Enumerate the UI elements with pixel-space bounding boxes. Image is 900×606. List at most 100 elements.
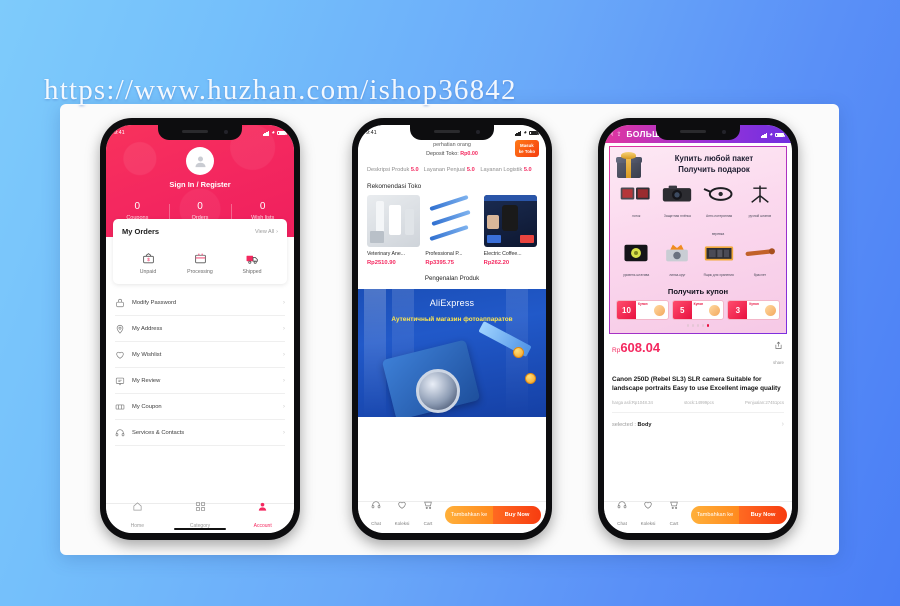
menu-item-label: Services & Contacts: [132, 429, 185, 436]
shipped-icon: [226, 250, 278, 266]
coupon-card[interactable]: 5 Купон от 50: [671, 300, 725, 320]
status-indicators: ◕: [760, 132, 785, 138]
chevron-right-icon: ›: [282, 351, 285, 358]
masuk-ke-toko-button[interactable]: Masuk ke Toko: [514, 140, 539, 157]
store-deposit-row: Deposit Toko: Rp0.00: [367, 151, 537, 157]
coupon-list: 10 Купон от 100 5 Купон от 50: [616, 300, 781, 321]
rekomendasi-toko-title: Rekomendasi Toko: [367, 183, 422, 191]
product-price: Rp262.20: [483, 260, 510, 267]
gift-item[interactable]: линза-круг: [657, 242, 697, 281]
phone-mockup-product: ‹ ⇪ БОЛЬШЕ АКЦИЙ! ◕ Купить лю: [598, 118, 798, 540]
gift-caption: Ящик для хранения: [703, 273, 734, 277]
stat-coupons[interactable]: 0 Coupons: [106, 201, 169, 221]
product-title: Canon 250D (Rebel SL3) SLR camera Suitab…: [612, 375, 781, 392]
gift-item[interactable]: лоток: [616, 183, 656, 240]
product-info: Rp608.04 share Canon 250D (Rebel SL3) SL…: [604, 333, 792, 429]
nav-item-account[interactable]: Account: [231, 501, 294, 532]
koleksi-button[interactable]: Koleksi: [389, 500, 415, 530]
sign-in-register-button[interactable]: Sign In / Register: [106, 180, 294, 189]
profile-stats: 0 Coupons 0 Orders 0 Wish lists: [106, 201, 294, 222]
gift-caption: лоток: [631, 214, 641, 218]
phone1-screen: 9:41 ◕ Sign In / Register 0 Coupons 0 Or…: [106, 125, 294, 533]
coupon-condition: от 30: [749, 320, 760, 321]
variant-selector[interactable]: selected : Body ›: [612, 413, 784, 428]
gift-item[interactable]: Ящик для хранения: [699, 242, 739, 281]
cart-button[interactable]: Cart: [415, 500, 441, 530]
buy-now-button[interactable]: Buy Now: [493, 506, 541, 524]
headset-icon: [115, 428, 125, 436]
order-status-label: Processing: [187, 269, 213, 275]
coupon-card[interactable]: 10 Купон от 100: [616, 300, 669, 320]
menu-item-modify-password[interactable]: Modify Password ›: [115, 290, 285, 316]
order-status-unpaid[interactable]: $ Unpaid: [122, 247, 174, 275]
carousel-dots: [616, 324, 780, 327]
carousel-dot[interactable]: [686, 324, 690, 327]
nav-item-home[interactable]: Home: [106, 501, 169, 532]
coupon-condition: от 100: [638, 320, 650, 321]
menu-item-label: My Address: [132, 325, 163, 332]
gift-item[interactable]: Анти-потерянная веревка: [699, 183, 739, 240]
cart-button[interactable]: Cart: [661, 500, 687, 530]
coupon-amount: 10: [617, 301, 636, 319]
gift-item[interactable]: Защитная плёнка: [657, 183, 697, 240]
order-status-shipped[interactable]: Shipped: [226, 247, 278, 275]
gift-item[interactable]: уровень штатива: [616, 242, 656, 281]
gift-item[interactable]: браслет: [740, 242, 780, 281]
chat-button[interactable]: Chat: [363, 500, 389, 530]
product-card[interactable]: Professional P... Rp3395.75: [425, 195, 479, 266]
account-menu-list: Modify Password › My Address › My Wishli…: [106, 290, 294, 446]
coupon-card[interactable]: 3 Купон от 30: [727, 300, 781, 321]
phone-mockup-profile: 9:41 ◕ Sign In / Register 0 Coupons 0 Or…: [100, 118, 300, 540]
battery-icon: [775, 132, 785, 138]
store-ratings: Deskripsi Produk 5.0 Layanan Penjual 5.0…: [367, 166, 537, 174]
selected-text: selected : Body: [612, 422, 652, 428]
screenshot-stage: 9:41 ◕ Sign In / Register 0 Coupons 0 Or…: [60, 104, 839, 555]
carousel-dot-active[interactable]: [706, 324, 710, 327]
coupon-text: Купон от 50: [692, 301, 710, 319]
view-all-button[interactable]: View All ›: [255, 229, 278, 235]
order-status-processing[interactable]: Processing: [174, 247, 226, 275]
rating-name: Layanan Penjual: [423, 167, 466, 173]
koleksi-button[interactable]: Koleksi: [635, 500, 661, 530]
product-price: Rp608.04: [612, 341, 660, 355]
ticket-icon: [115, 404, 125, 409]
buy-now-button[interactable]: Buy Now: [739, 506, 787, 524]
menu-item-my-wishlist[interactable]: My Wishlist ›: [115, 342, 285, 368]
stat-wishlists[interactable]: 0 Wish lists: [231, 201, 294, 222]
product-card[interactable]: Veterinary Ane... Rp2510.90: [367, 195, 421, 266]
share-button[interactable]: share: [773, 341, 784, 369]
menu-item-my-address[interactable]: My Address ›: [115, 316, 285, 342]
stat-value: 0: [197, 201, 203, 212]
carousel-dot[interactable]: [701, 324, 705, 327]
add-to-cart-button[interactable]: Tambahkan ke: [691, 506, 739, 524]
product-name: Veterinary Ane...: [367, 251, 406, 258]
phone3-screen: ‹ ⇪ БОЛЬШЕ АКЦИЙ! ◕ Купить лю: [604, 125, 792, 533]
coupon-label: Купон: [638, 302, 648, 306]
chat-button[interactable]: Chat: [609, 500, 635, 530]
pengenalan-produk-title: Pengenalan Produk: [358, 266, 546, 290]
add-to-cart-button[interactable]: Tambahkan ke: [445, 506, 493, 524]
phone3-action-bar: Chat Koleksi Cart Tambahkan ke Buy Now: [604, 501, 792, 533]
product-card[interactable]: Electric Coffee... Rp262.20: [483, 195, 537, 267]
coupon-text: Купон от 100: [636, 301, 654, 321]
gift-caption: Анти-потерянная веревка: [706, 214, 733, 236]
location-pin-icon: [116, 324, 124, 334]
carousel-dot[interactable]: [696, 324, 700, 327]
menu-item-services-contacts[interactable]: Services & Contacts ›: [115, 420, 285, 446]
promo-headline: Купить любой пакет Получить подарок: [648, 154, 780, 175]
banner-brand: AliExpress: [429, 298, 475, 309]
phone-mockup-store: 9:41 ◕ Masuk ke Toko perhatian orang Depo…: [352, 118, 552, 540]
menu-item-my-coupon[interactable]: My Coupon ›: [115, 394, 285, 420]
avatar[interactable]: [186, 147, 214, 175]
menu-item-my-review[interactable]: My Review ›: [115, 368, 285, 394]
promo-card[interactable]: Купить любой пакет Получить подарок лото…: [609, 146, 787, 334]
storage-case-icon: [699, 242, 739, 263]
carousel-dot[interactable]: [691, 324, 695, 327]
rating-score: 5.0: [466, 167, 475, 173]
selected-label: selected :: [612, 421, 636, 428]
stat-orders[interactable]: 0 Orders: [168, 201, 232, 222]
price-value: 608.04: [620, 339, 661, 355]
aliexpress-banner[interactable]: AliExpress Аутентичный магазин фотоаппар…: [358, 289, 546, 418]
product-name: Electric Coffee...: [483, 251, 522, 258]
gift-item[interactable]: ручной штатив: [740, 183, 780, 240]
